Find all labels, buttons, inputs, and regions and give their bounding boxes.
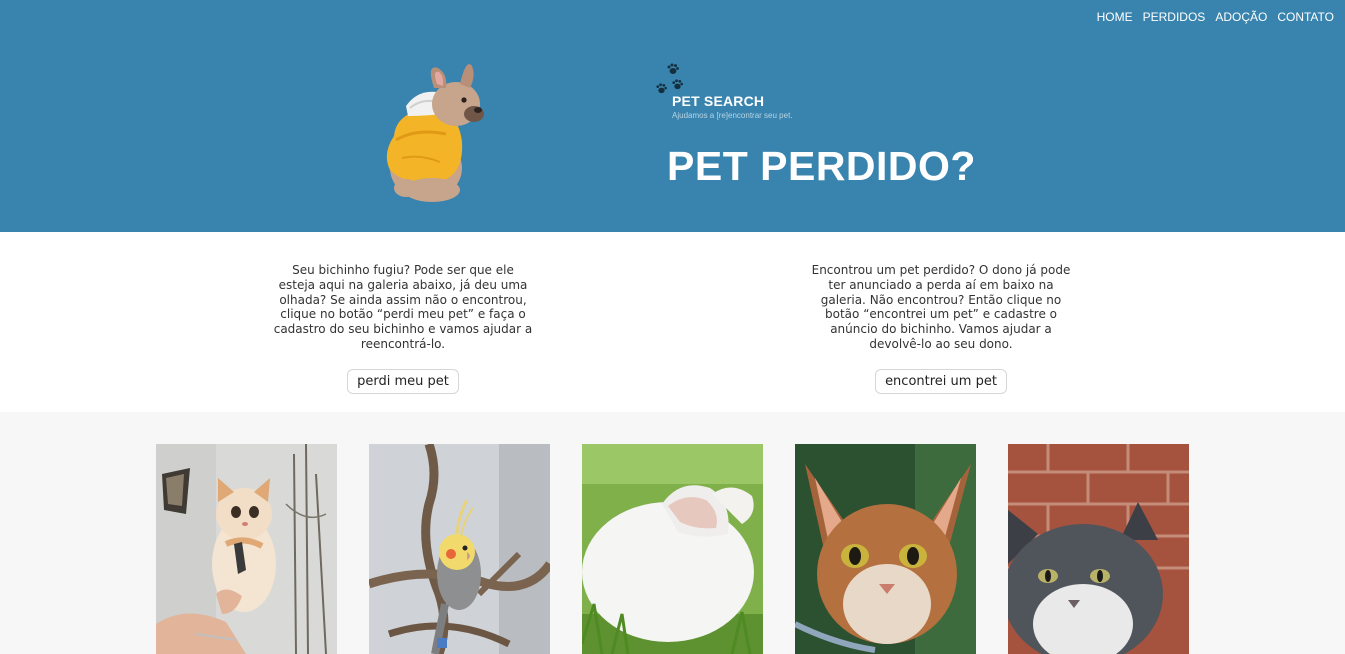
- lost-pet-text: Seu bichinho fugiu? Pode ser que ele est…: [273, 263, 533, 351]
- paw-icon: [667, 63, 679, 74]
- gallery-card-kitten[interactable]: [156, 444, 337, 654]
- nav-adocao[interactable]: ADOÇÃO: [1215, 10, 1267, 24]
- hero-dog-image: [376, 58, 492, 204]
- brand-tagline: Ajudamos a [re]encontrar seu pet.: [672, 111, 793, 120]
- gallery-card-abyssinian[interactable]: [795, 444, 976, 654]
- gallery-card-rabbit[interactable]: [582, 444, 763, 654]
- lost-pet-column: Seu bichinho fugiu? Pode ser que ele est…: [273, 263, 533, 394]
- hero-title: PET PERDIDO?: [667, 143, 976, 189]
- nav-perdidos[interactable]: PERDIDOS: [1143, 10, 1206, 24]
- pet-gallery: [0, 412, 1345, 654]
- nav-home[interactable]: HOME: [1097, 10, 1133, 24]
- found-pet-column: Encontrou um pet perdido? O dono já pode…: [811, 263, 1071, 394]
- main-nav: HOME PERDIDOS ADOÇÃO CONTATO: [1097, 10, 1334, 24]
- gallery-card-gray-cat[interactable]: [1008, 444, 1189, 654]
- gallery-card-cockatiel[interactable]: [369, 444, 550, 654]
- nav-contato[interactable]: CONTATO: [1277, 10, 1334, 24]
- site-header: HOME PERDIDOS ADOÇÃO CONTATO PET SEARCH …: [0, 0, 1345, 232]
- lost-pet-button[interactable]: perdi meu pet: [347, 368, 459, 394]
- brand-logo[interactable]: PET SEARCH Ajudamos a [re]encontrar seu …: [654, 62, 834, 124]
- found-pet-button[interactable]: encontrei um pet: [875, 368, 1007, 394]
- paw-icon: [656, 83, 667, 94]
- brand-title: PET SEARCH: [672, 93, 765, 109]
- paw-icon: [672, 79, 683, 90]
- found-pet-text: Encontrou um pet perdido? O dono já pode…: [811, 263, 1071, 351]
- intro-section: Seu bichinho fugiu? Pode ser que ele est…: [0, 232, 1345, 412]
